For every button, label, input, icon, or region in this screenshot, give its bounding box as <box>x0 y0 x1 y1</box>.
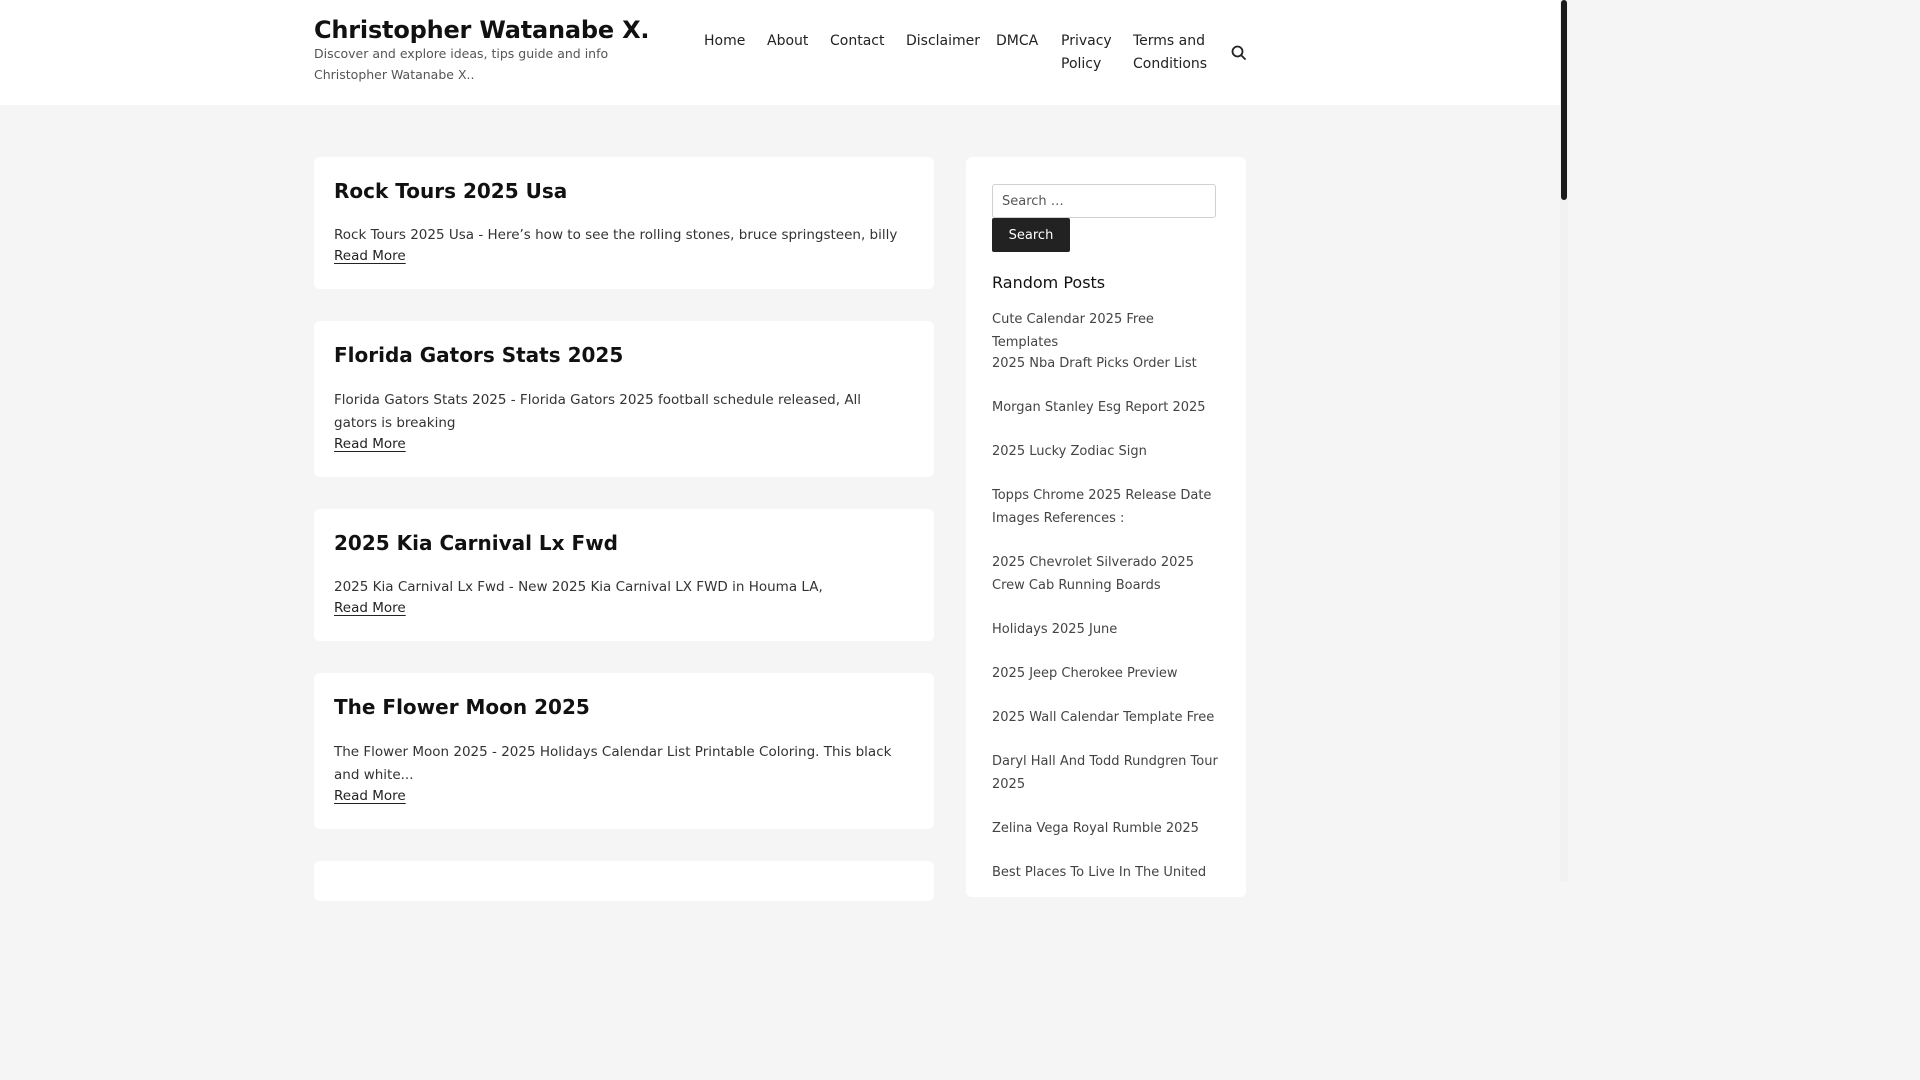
post-excerpt: Florida Gators Stats 2025 - Florida Gato… <box>334 392 862 431</box>
random-post-link[interactable]: 2025 Wall Calendar Template Free <box>992 706 1222 729</box>
random-post-link[interactable]: 2025 Chevrolet Silverado 2025 Crew Cab R… <box>992 551 1222 597</box>
post-card: The Flower Moon 2025 The Flower Moon 202… <box>314 673 934 829</box>
site-description: Discover and explore ideas, tips guide a… <box>314 46 609 82</box>
nav-about[interactable]: About <box>767 30 808 53</box>
nav-terms-and-conditions[interactable]: Terms and Conditions <box>1133 30 1213 76</box>
random-post-link[interactable]: Topps Chrome 2025 Release Date Images Re… <box>992 484 1222 530</box>
nav-contact[interactable]: Contact <box>830 30 884 53</box>
post-excerpt: Rock Tours 2025 Usa - Here’s how to see … <box>334 227 898 243</box>
site-title[interactable]: Christopher Watanabe X. <box>314 16 650 44</box>
nav-privacy-policy[interactable]: Privacy Policy <box>1061 30 1121 76</box>
post-excerpt: 2025 Kia Carnival Lx Fwd - New 2025 Kia … <box>334 579 823 595</box>
search-icon[interactable] <box>1230 44 1248 62</box>
random-post-link[interactable]: Zelina Vega Royal Rumble 2025 <box>992 817 1222 840</box>
random-post-link[interactable]: Best Places To Live In The United <box>992 861 1222 884</box>
random-post-link[interactable]: 2025 Lucky Zodiac Sign <box>992 440 1222 463</box>
post-card <box>314 861 934 901</box>
random-post-link[interactable]: Holidays 2025 June <box>992 618 1222 641</box>
search-button[interactable]: Search <box>992 218 1070 252</box>
nav-dmca[interactable]: DMCA <box>996 30 1038 53</box>
read-more-link[interactable]: Read More <box>334 248 406 264</box>
post-card: 2025 Kia Carnival Lx Fwd 2025 Kia Carniv… <box>314 509 934 641</box>
site-header: Christopher Watanabe X. Discover and exp… <box>0 0 1560 105</box>
sidebar: Search Random Posts Cute Calendar 2025 F… <box>966 157 1246 897</box>
search-input[interactable] <box>992 184 1216 218</box>
post-card: Florida Gators Stats 2025 Florida Gators… <box>314 321 934 477</box>
post-title[interactable]: Rock Tours 2025 Usa <box>334 179 567 203</box>
random-post-link[interactable]: Cute Calendar 2025 Free Templates <box>992 308 1222 354</box>
read-more-link[interactable]: Read More <box>334 600 406 616</box>
random-posts-title: Random Posts <box>992 273 1106 292</box>
read-more-link[interactable]: Read More <box>334 788 406 804</box>
random-post-link[interactable]: Morgan Stanley Esg Report 2025 <box>992 396 1222 419</box>
nav-disclaimer[interactable]: Disclaimer <box>906 30 980 53</box>
post-card: Rock Tours 2025 Usa Rock Tours 2025 Usa … <box>314 157 934 289</box>
read-more-link[interactable]: Read More <box>334 436 406 452</box>
scrollbar-thumb[interactable] <box>1561 0 1567 200</box>
random-post-link[interactable]: 2025 Nba Draft Picks Order List <box>992 352 1222 375</box>
post-excerpt: The Flower Moon 2025 - 2025 Holidays Cal… <box>334 744 892 783</box>
post-title[interactable]: Florida Gators Stats 2025 <box>334 343 623 367</box>
post-title[interactable]: The Flower Moon 2025 <box>334 695 590 719</box>
nav-home[interactable]: Home <box>704 30 745 53</box>
random-post-link[interactable]: 2025 Jeep Cherokee Preview <box>992 662 1222 685</box>
random-post-link[interactable]: Daryl Hall And Todd Rundgren Tour 2025 <box>992 750 1222 796</box>
post-title[interactable]: 2025 Kia Carnival Lx Fwd <box>334 531 618 555</box>
